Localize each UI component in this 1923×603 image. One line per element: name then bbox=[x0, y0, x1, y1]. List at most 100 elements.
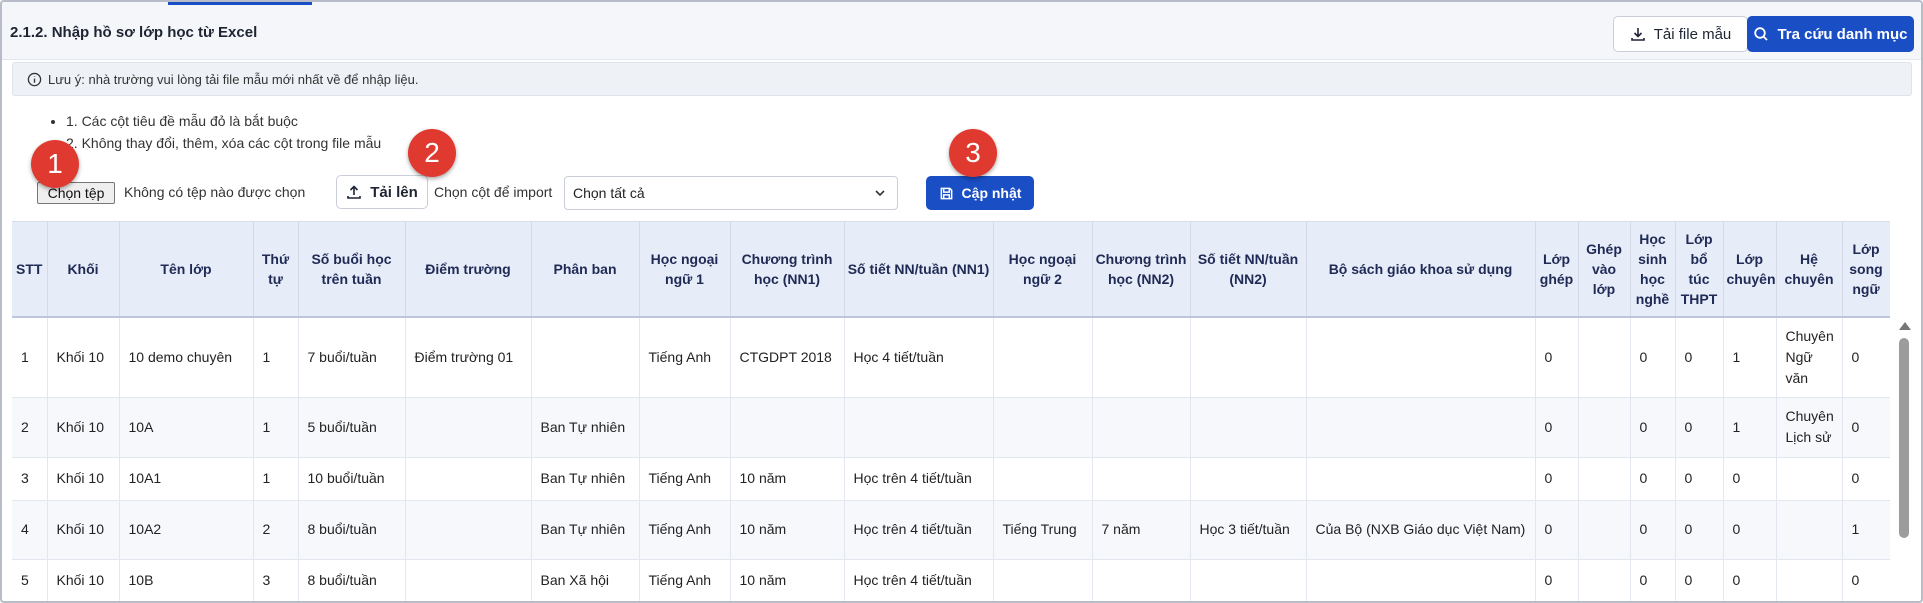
info-icon bbox=[27, 72, 42, 86]
table-row[interactable]: 4 Khối 10 10A2 2 8 buổi/tuần Ban Tự nhiên Tiến… bbox=[12, 500, 1890, 560]
table-cell bbox=[993, 317, 1093, 398]
table-cell bbox=[1776, 559, 1843, 601]
table-cell bbox=[531, 317, 640, 398]
table-cell: 10 buổi/tuần bbox=[298, 457, 406, 501]
step-marker-3: 3 bbox=[949, 129, 997, 177]
column-header[interactable]: STT bbox=[12, 222, 48, 318]
table-cell: 10B bbox=[119, 559, 254, 601]
scroll-up-icon[interactable] bbox=[1899, 322, 1911, 330]
update-button[interactable]: Cập nhật bbox=[926, 176, 1034, 210]
table-cell: 3 bbox=[253, 559, 299, 601]
table-cell: 0 bbox=[1630, 559, 1676, 601]
table-cell: 0 bbox=[1535, 559, 1579, 601]
table-cell: 0 bbox=[1535, 457, 1579, 501]
column-header[interactable]: Bộ sách giáo khoa sử dụng bbox=[1306, 222, 1536, 318]
table-cell: Chuyên Ngữ văn bbox=[1776, 317, 1843, 398]
table-cell: 0 bbox=[1675, 500, 1724, 560]
table-row[interactable]: 5 Khối 10 10B 3 8 buổi/tuần Ban Xã hội Tiếng A… bbox=[12, 559, 1890, 601]
column-header[interactable]: Chương trình học (NN1) bbox=[730, 222, 845, 318]
table-cell: 1 bbox=[1723, 317, 1777, 398]
table-cell bbox=[1092, 457, 1191, 501]
upload-button[interactable]: Tải lên bbox=[336, 175, 428, 209]
file-status: Không có tệp nào được chọn bbox=[124, 184, 306, 200]
column-header[interactable]: Số tiết NN/tuần (NN1) bbox=[844, 222, 994, 318]
column-header[interactable]: Khối bbox=[47, 222, 120, 318]
table-cell: Tiếng Anh bbox=[639, 457, 731, 501]
table-row[interactable]: 1 Khối 10 10 demo chuyên 1 7 buổi/tuần Điểm t… bbox=[12, 317, 1890, 398]
table-cell: 0 bbox=[1842, 317, 1890, 398]
table-cell: 0 bbox=[1675, 397, 1724, 458]
column-header[interactable]: Số tiết NN/tuần (NN2) bbox=[1190, 222, 1307, 318]
table-cell: 0 bbox=[1723, 500, 1777, 560]
table-cell: Học 3 tiết/tuần bbox=[1190, 500, 1307, 560]
table-cell: Tiếng Anh bbox=[639, 500, 731, 560]
table-cell: 1 bbox=[1842, 500, 1890, 560]
table-cell: Khối 10 bbox=[47, 397, 120, 458]
table-cell: 1 bbox=[253, 457, 299, 501]
step-marker-1: 1 bbox=[31, 140, 79, 188]
class-table-container: STT Khối Tên lớp Thứ tự Số buổi học trên… bbox=[12, 221, 1890, 601]
column-select[interactable]: Chọn tất cả bbox=[564, 176, 898, 210]
column-header[interactable]: Lớp ghép bbox=[1535, 222, 1579, 318]
class-table: STT Khối Tên lớp Thứ tự Số buổi học trên… bbox=[12, 222, 1890, 601]
table-cell bbox=[405, 397, 532, 458]
table-cell: 0 bbox=[1630, 500, 1676, 560]
column-header[interactable]: Học sinh học nghề bbox=[1630, 222, 1676, 318]
rule-item: 2. Không thay đổi, thêm, xóa các cột tro… bbox=[66, 132, 381, 154]
table-cell: 10 demo chuyên bbox=[119, 317, 254, 398]
table-cell: Ban Tự nhiên bbox=[531, 397, 640, 458]
table-cell: Khối 10 bbox=[47, 317, 120, 398]
table-cell: 3 bbox=[12, 457, 48, 501]
search-icon bbox=[1754, 27, 1769, 41]
column-header[interactable]: Ghép vào lớp bbox=[1578, 222, 1631, 318]
import-rules: 1. Các cột tiêu đề mẫu đỏ là bắt buộc 2.… bbox=[66, 110, 381, 154]
column-header[interactable]: Lớp song ngữ bbox=[1842, 222, 1890, 318]
table-cell: Học trên 4 tiết/tuần bbox=[844, 457, 994, 501]
lookup-catalog-label: Tra cứu danh mục bbox=[1777, 25, 1908, 43]
table-cell: 0 bbox=[1535, 500, 1579, 560]
lookup-catalog-button[interactable]: Tra cứu danh mục bbox=[1747, 16, 1914, 52]
column-select-label: Chọn cột để import bbox=[434, 184, 553, 200]
table-cell: 1 bbox=[1723, 397, 1777, 458]
column-header[interactable]: Chương trình học (NN2) bbox=[1092, 222, 1191, 318]
table-cell: 10A bbox=[119, 397, 254, 458]
rule-item: 1. Các cột tiêu đề mẫu đỏ là bắt buộc bbox=[66, 110, 381, 132]
table-cell bbox=[1306, 317, 1536, 398]
column-header[interactable]: Lớp bổ túc THPT bbox=[1675, 222, 1724, 318]
column-header[interactable]: Lớp chuyên bbox=[1723, 222, 1777, 318]
column-header[interactable]: Học ngoại ngữ 2 bbox=[993, 222, 1093, 318]
table-cell bbox=[993, 397, 1093, 458]
table-cell: Học trên 4 tiết/tuần bbox=[844, 559, 994, 601]
column-header[interactable]: Số buổi học trên tuần bbox=[298, 222, 406, 318]
table-row[interactable]: 3 Khối 10 10A1 1 10 buổi/tuần Ban Tự nhiên Tiế… bbox=[12, 457, 1890, 501]
table-cell bbox=[1578, 397, 1631, 458]
column-header[interactable]: Thứ tự bbox=[253, 222, 299, 318]
import-panel: 2.1.2. Nhập hồ sơ lớp học từ Excel Tải f… bbox=[0, 0, 1923, 603]
table-body: 1 Khối 10 10 demo chuyên 1 7 buổi/tuần Điểm t… bbox=[12, 317, 1890, 601]
table-cell: 8 buổi/tuần bbox=[298, 559, 406, 601]
table-cell: 0 bbox=[1675, 317, 1724, 398]
column-header[interactable]: Tên lớp bbox=[119, 222, 254, 318]
download-template-button[interactable]: Tải file mẫu bbox=[1613, 16, 1748, 52]
column-header[interactable]: Điểm trường bbox=[405, 222, 532, 318]
table-cell: Điểm trường 01 bbox=[405, 317, 532, 398]
note-bar: Lưu ý: nhà trường vui lòng tải file mẫu … bbox=[12, 62, 1912, 96]
table-cell: 10 năm bbox=[730, 559, 845, 601]
column-header[interactable]: Hệ chuyên bbox=[1776, 222, 1843, 318]
table-row[interactable]: 2 Khối 10 10A 1 5 buổi/tuần Ban Tự nhiên 0 0 0 1 C… bbox=[12, 397, 1890, 458]
table-cell bbox=[993, 457, 1093, 501]
column-header[interactable]: Học ngoại ngữ 1 bbox=[639, 222, 731, 318]
table-cell bbox=[1578, 500, 1631, 560]
scrollbar-thumb[interactable] bbox=[1899, 338, 1909, 538]
table-cell bbox=[1578, 559, 1631, 601]
table-cell: Chuyên Lịch sử bbox=[1776, 397, 1843, 458]
table-cell: 1 bbox=[253, 397, 299, 458]
table-cell bbox=[1190, 457, 1307, 501]
table-header-row: STT Khối Tên lớp Thứ tự Số buổi học trên… bbox=[12, 222, 1890, 318]
update-label: Cập nhật bbox=[961, 185, 1022, 201]
table-cell: Ban Tự nhiên bbox=[531, 457, 640, 501]
column-header[interactable]: Phân ban bbox=[531, 222, 640, 318]
table-cell: Tiếng Anh bbox=[639, 317, 731, 398]
table-cell: 1 bbox=[253, 317, 299, 398]
table-cell bbox=[1578, 317, 1631, 398]
